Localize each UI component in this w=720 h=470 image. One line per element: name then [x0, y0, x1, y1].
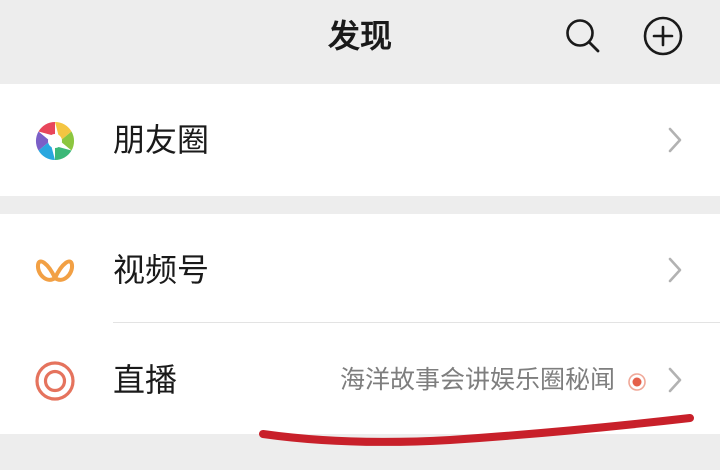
item-label-live: 直播 — [113, 361, 178, 399]
channels-butterfly-icon — [35, 259, 75, 282]
list-item-live[interactable]: 直播 海洋故事会讲娱乐圈秘闻 — [0, 324, 720, 434]
live-indicator-icon — [628, 373, 646, 391]
row-divider — [113, 322, 720, 323]
item-label-moments: 朋友圈 — [113, 121, 210, 159]
plus-circle-icon — [643, 16, 683, 56]
live-subtitle: 海洋故事会讲娱乐圈秘闻 — [339, 365, 615, 394]
live-ring-icon — [35, 361, 75, 401]
search-icon — [566, 19, 600, 53]
chevron-right-icon — [668, 257, 682, 283]
channels-icon-wrap — [33, 249, 77, 293]
channels-group: 视频号 直播 海洋故事会讲娱乐圈秘闻 — [0, 214, 720, 434]
item-label-channels: 视频号 — [113, 251, 210, 289]
list-item-channels[interactable]: 视频号 — [0, 214, 720, 324]
add-button[interactable] — [641, 14, 685, 58]
page-title: 发现 — [327, 17, 392, 55]
moments-icon-wrap — [33, 119, 77, 163]
chevron-right-icon — [668, 127, 682, 153]
top-bar: 发现 — [0, 0, 720, 84]
chevron-right-icon — [668, 367, 682, 393]
list-item-moments[interactable]: 朋友圈 — [0, 84, 720, 194]
live-icon-wrap — [33, 359, 77, 403]
moments-group: 朋友圈 — [0, 84, 720, 196]
moments-aperture-icon — [35, 121, 75, 161]
search-button[interactable] — [561, 14, 605, 58]
